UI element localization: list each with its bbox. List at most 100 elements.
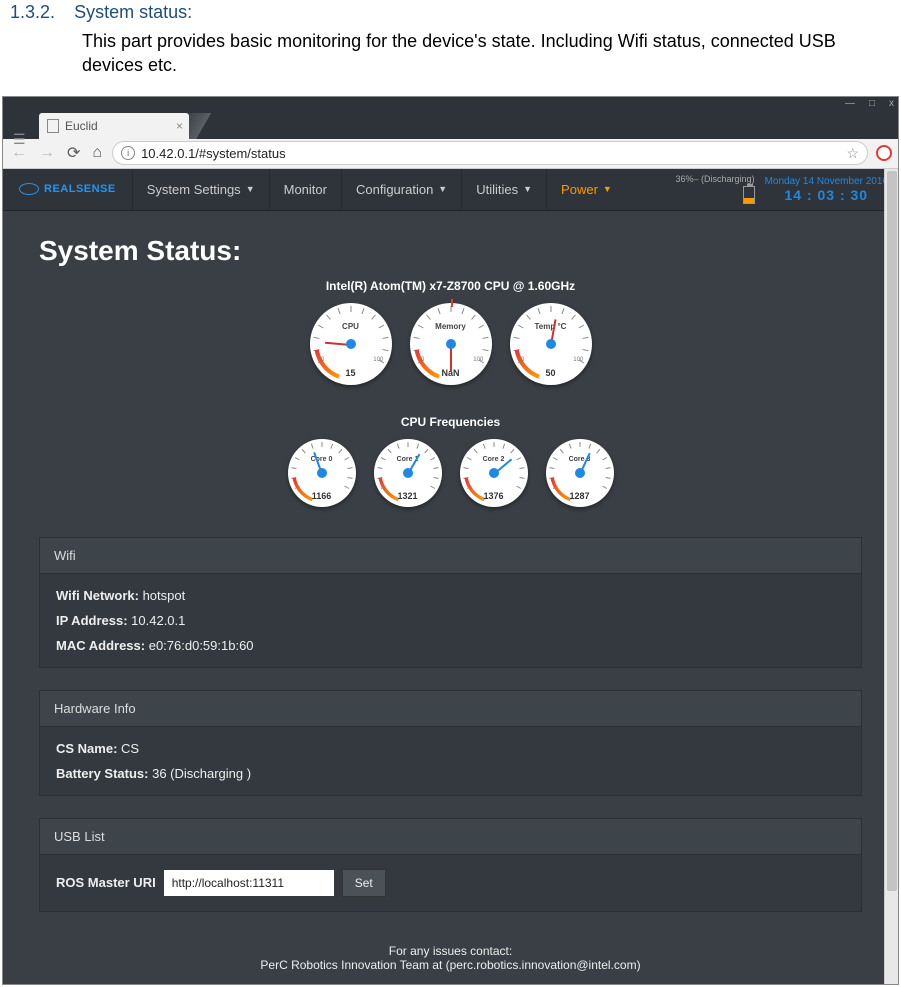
home-button[interactable]: ⌂	[90, 144, 104, 162]
nav-status-area: 36%– (Discharging) Monday 14 November 20…	[666, 169, 898, 210]
incognito-icon: ☰	[13, 131, 26, 148]
ros-uri-row: ROS Master URI Set	[56, 869, 845, 897]
browser-tabstrip: Euclid ×	[3, 111, 898, 139]
window-close-button[interactable]: x	[889, 98, 894, 109]
chevron-down-icon: ▼	[523, 184, 532, 194]
wifi-network-label: Wifi Network:	[56, 588, 139, 603]
brand-logo[interactable]: REALSENSE	[3, 169, 132, 210]
wifi-ip-row: IP Address: 10.42.0.1	[56, 613, 845, 628]
scrollbar-track[interactable]	[884, 169, 898, 984]
doc-section-number: 1.3.2.	[10, 2, 55, 22]
wifi-network-value: hotspot	[143, 588, 186, 603]
app-navbar: REALSENSE System Settings ▼ Monitor Conf…	[3, 169, 898, 211]
nav-label: System Settings	[147, 182, 241, 197]
brand-text: REALSENSE	[44, 183, 116, 195]
battery-status-text: 36%– (Discharging)	[676, 174, 755, 184]
gauge-title: Memory	[410, 322, 492, 331]
system-gauge: Temp °C010050	[510, 303, 592, 385]
wifi-ip-label: IP Address:	[56, 613, 128, 628]
window-maximize-button[interactable]: □	[869, 98, 875, 109]
wifi-panel: Wifi Wifi Network: hotspot IP Address: 1…	[39, 537, 862, 668]
cpu-core-gauge: Core 0 1166	[288, 439, 356, 507]
gauge-value: 1376	[460, 491, 528, 501]
chevron-down-icon: ▼	[246, 184, 255, 194]
gauge-value: 1287	[546, 491, 614, 501]
page-title: System Status:	[39, 235, 862, 267]
cs-name-value: CS	[121, 741, 139, 756]
clock-date: Monday 14 November 2016	[765, 176, 888, 187]
wifi-network-row: Wifi Network: hotspot	[56, 588, 845, 603]
system-gauge: Memory0100NaN	[410, 303, 492, 385]
battery-status-label: Battery Status:	[56, 766, 148, 781]
nav-configuration[interactable]: Configuration ▼	[341, 169, 461, 210]
nav-monitor[interactable]: Monitor	[269, 169, 341, 210]
main-gauge-row: CPU010015Memory0100NaNTemp °C010050	[39, 303, 862, 385]
wifi-ip-value: 10.42.0.1	[131, 613, 185, 628]
window-minimize-button[interactable]: —	[845, 98, 855, 109]
nav-label: Configuration	[356, 182, 433, 197]
gauge-title: Core 1	[374, 456, 442, 463]
hardware-panel: Hardware Info CS Name: CS Battery Status…	[39, 690, 862, 796]
browser-window: — □ x ☰ Euclid × ← → ⟳ ⌂ i 10.42.0.1/#sy…	[2, 96, 899, 985]
nav-label: Power	[561, 182, 598, 197]
gauge-title: Core 2	[460, 456, 528, 463]
wifi-panel-header[interactable]: Wifi	[40, 538, 861, 574]
gauge-title: Temp °C	[510, 322, 592, 331]
cpu-freq-title: CPU Frequencies	[39, 415, 862, 429]
brand-oval-icon	[19, 183, 39, 195]
wifi-mac-value: e0:76:d0:59:1b:60	[149, 638, 254, 653]
footer-line2: PerC Robotics Innovation Team at (perc.r…	[39, 958, 862, 972]
hardware-panel-header[interactable]: Hardware Info	[40, 691, 861, 727]
gauge-value: 50	[510, 368, 592, 378]
gauge-value: 1166	[288, 491, 356, 501]
ros-uri-label: ROS Master URI	[56, 875, 156, 890]
doc-section-title: System status:	[74, 2, 192, 22]
clock-time: 14 : 03 : 30	[765, 187, 888, 203]
nav-label: Utilities	[476, 182, 518, 197]
system-gauge: CPU010015	[310, 303, 392, 385]
new-tab-button[interactable]	[189, 113, 211, 139]
chevron-down-icon: ▼	[438, 184, 447, 194]
cpu-core-gauge: Core 2 1376	[460, 439, 528, 507]
page-icon	[47, 119, 59, 133]
gauge-title: CPU	[310, 322, 392, 331]
extension-icon[interactable]	[876, 145, 892, 161]
ros-uri-input[interactable]	[164, 870, 334, 896]
nav-label: Monitor	[284, 182, 327, 197]
scrollbar-thumb[interactable]	[887, 171, 897, 891]
cs-name-row: CS Name: CS	[56, 741, 845, 756]
nav-utilities[interactable]: Utilities ▼	[461, 169, 546, 210]
cpu-model-text: Intel(R) Atom(TM) x7-Z8700 CPU @ 1.60GHz	[39, 279, 862, 293]
doc-heading: 1.3.2. System status:	[10, 2, 891, 23]
wifi-mac-label: MAC Address:	[56, 638, 145, 653]
chevron-down-icon: ▼	[603, 184, 612, 194]
site-info-icon[interactable]: i	[121, 146, 135, 160]
battery-status-row: Battery Status: 36 (Discharging )	[56, 766, 845, 781]
bookmark-star-icon[interactable]: ☆	[846, 145, 859, 162]
nav-system-settings[interactable]: System Settings ▼	[132, 169, 269, 210]
browser-tab[interactable]: Euclid ×	[39, 113, 189, 139]
url-text: 10.42.0.1/#system/status	[141, 146, 286, 161]
url-field[interactable]: i 10.42.0.1/#system/status ☆	[112, 141, 868, 165]
battery-status-value: 36 (Discharging )	[152, 766, 251, 781]
tab-close-icon[interactable]: ×	[176, 119, 183, 133]
browser-address-bar: ← → ⟳ ⌂ i 10.42.0.1/#system/status ☆	[3, 139, 898, 169]
clock: Monday 14 November 2016 14 : 03 : 30	[765, 176, 888, 203]
gauge-title: Core 3	[546, 456, 614, 463]
page-content: System Status: Intel(R) Atom(TM) x7-Z870…	[3, 211, 898, 984]
window-titlebar: — □ x	[3, 97, 898, 111]
nav-items: System Settings ▼ Monitor Configuration …	[132, 169, 626, 210]
battery-icon	[743, 186, 755, 204]
cs-name-label: CS Name:	[56, 741, 117, 756]
nav-power[interactable]: Power ▼	[546, 169, 626, 210]
cpu-core-gauge: Core 11321	[374, 439, 442, 507]
usb-panel-header[interactable]: USB List	[40, 819, 861, 855]
reload-button[interactable]: ⟳	[65, 143, 82, 163]
document-section: 1.3.2. System status: This part provides…	[0, 0, 901, 88]
freq-gauge-row: Core 0 1166 Core 11321 Core 2 1376 Core 3 1287	[39, 439, 862, 507]
gauge-title: Core 0	[288, 456, 356, 463]
doc-body-text: This part provides basic monitoring for …	[82, 29, 891, 78]
ros-uri-set-button[interactable]: Set	[342, 869, 386, 897]
wifi-mac-row: MAC Address: e0:76:d0:59:1b:60	[56, 638, 845, 653]
forward-button[interactable]: →	[37, 144, 57, 162]
